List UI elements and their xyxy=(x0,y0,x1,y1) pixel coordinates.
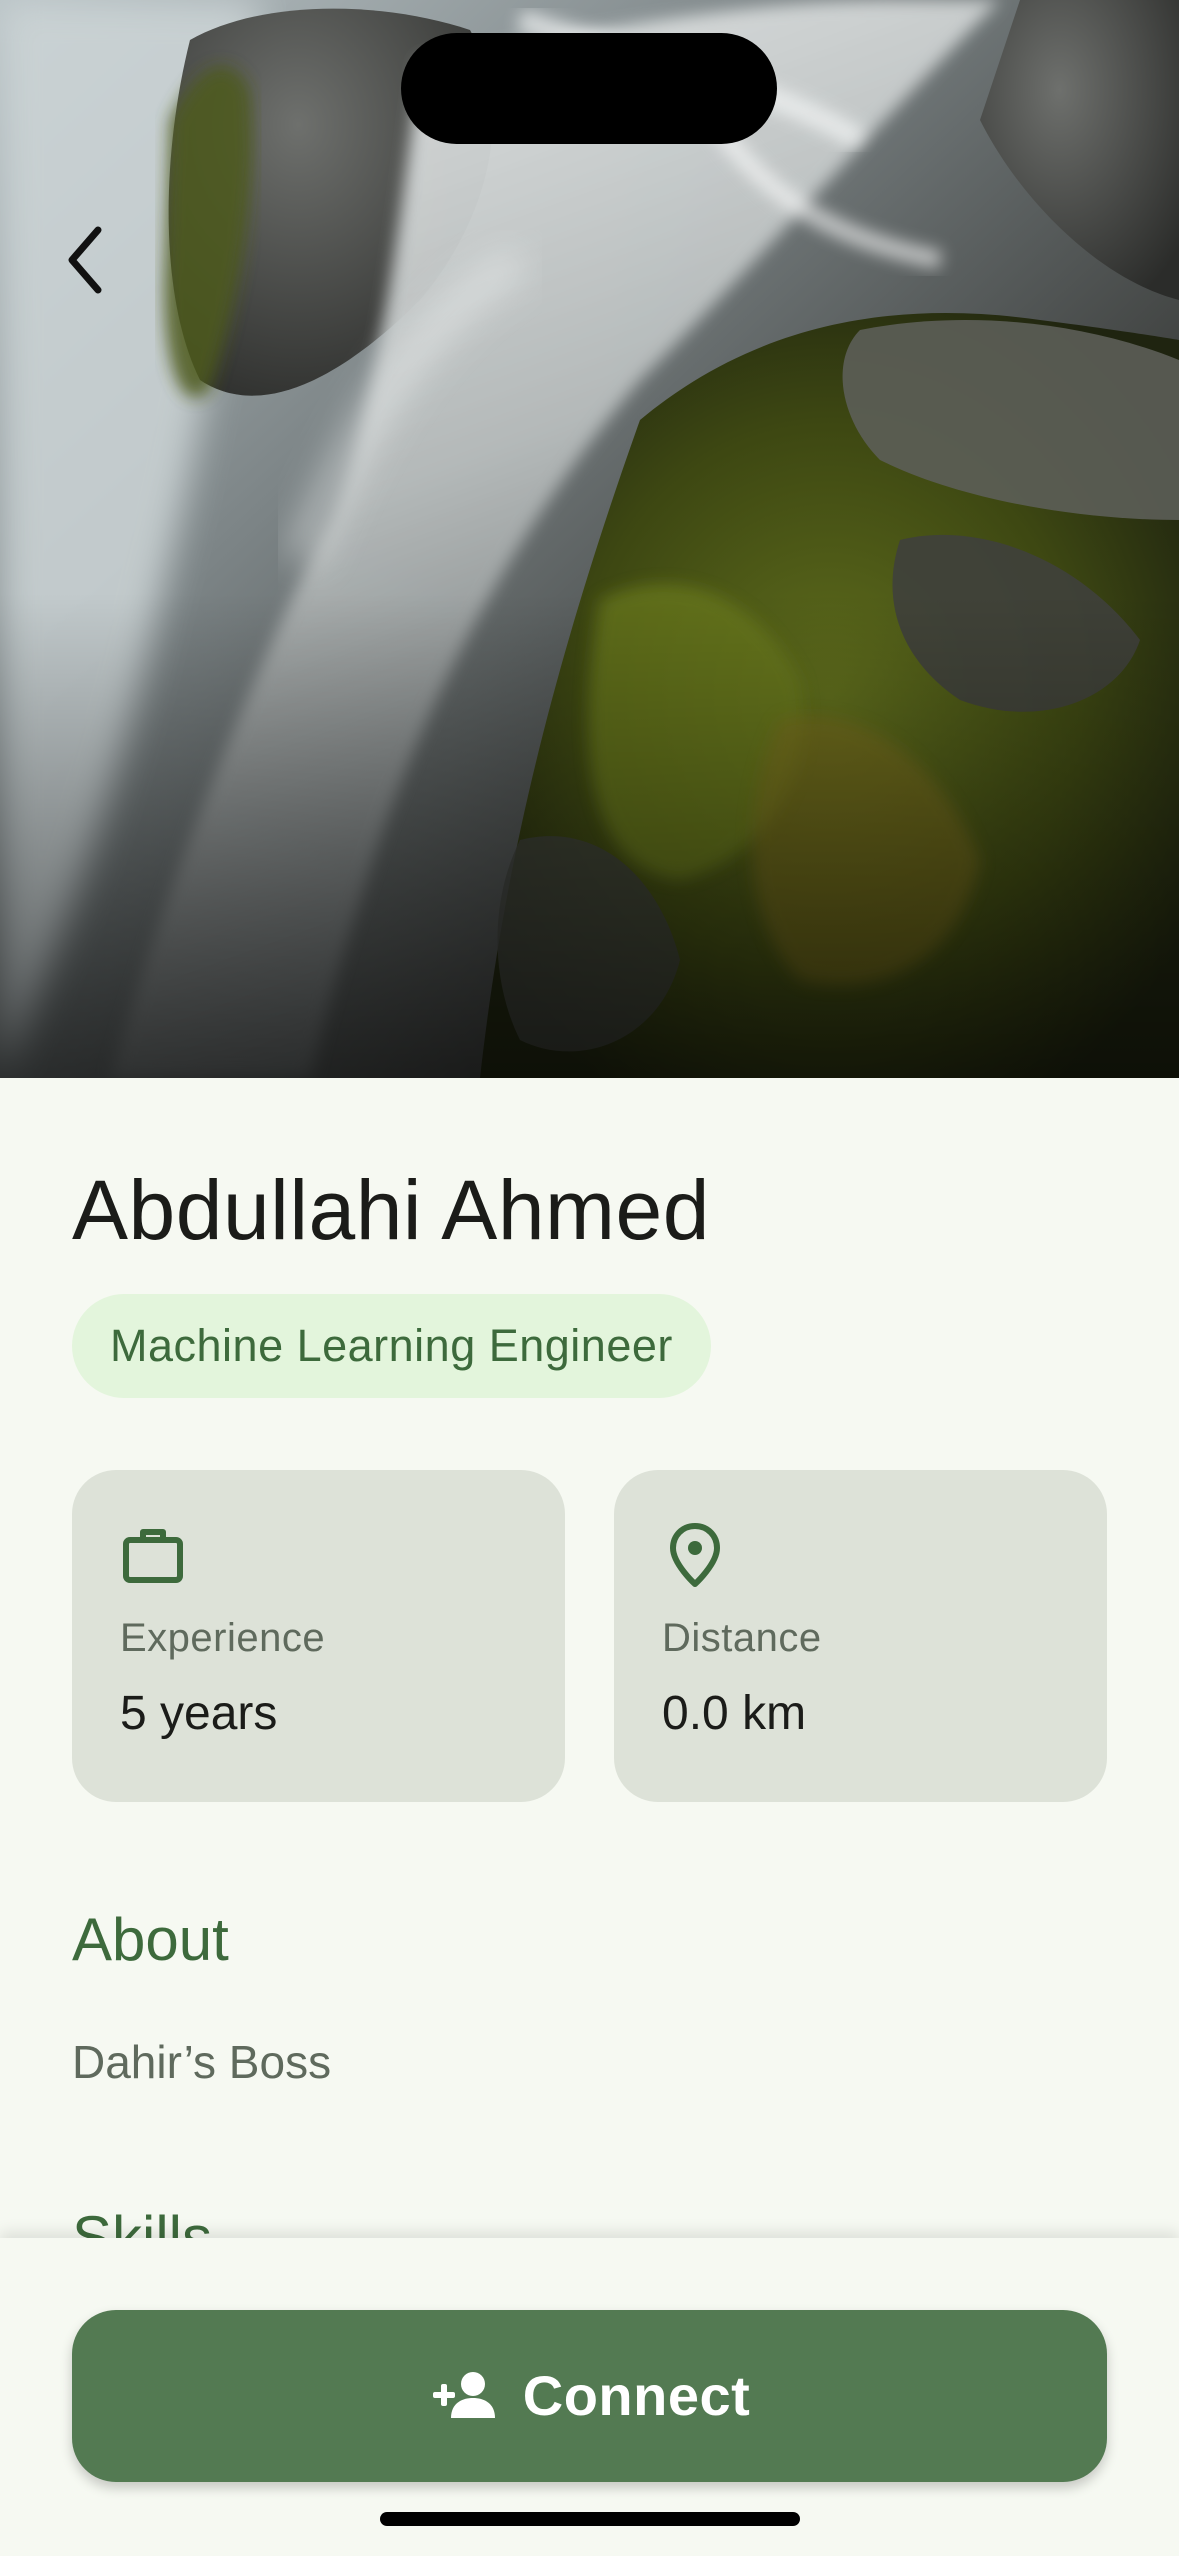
connect-button[interactable]: Connect xyxy=(72,2310,1107,2482)
role-chip: Machine Learning Engineer xyxy=(72,1294,711,1398)
chevron-left-icon xyxy=(68,226,102,294)
bottom-action-bar: Connect xyxy=(0,2238,1179,2556)
briefcase-icon xyxy=(123,1529,183,1583)
experience-card: Experience 5 years xyxy=(72,1470,565,1802)
profile-details: Abdullahi Ahmed Machine Learning Enginee… xyxy=(0,1078,1179,2271)
experience-value: 5 years xyxy=(120,1687,278,1740)
distance-label: Distance xyxy=(662,1616,822,1660)
about-heading: About xyxy=(72,1906,229,1973)
distance-card: Distance 0.0 km xyxy=(614,1470,1107,1802)
home-indicator xyxy=(380,2512,800,2526)
experience-label: Experience xyxy=(120,1616,326,1660)
location-pin-icon xyxy=(670,1523,720,1587)
back-button[interactable] xyxy=(40,200,130,320)
profile-name: Abdullahi Ahmed xyxy=(72,1163,710,1257)
connect-label: Connect xyxy=(522,2364,751,2427)
distance-value: 0.0 km xyxy=(662,1687,807,1740)
profile-screen: Abdullahi Ahmed Machine Learning Enginee… xyxy=(0,0,1179,2556)
dynamic-island xyxy=(401,33,777,144)
about-text: Dahir’s Boss xyxy=(72,2036,332,2088)
person-add-icon xyxy=(432,2372,495,2418)
profile-cover-image xyxy=(0,0,1179,1078)
